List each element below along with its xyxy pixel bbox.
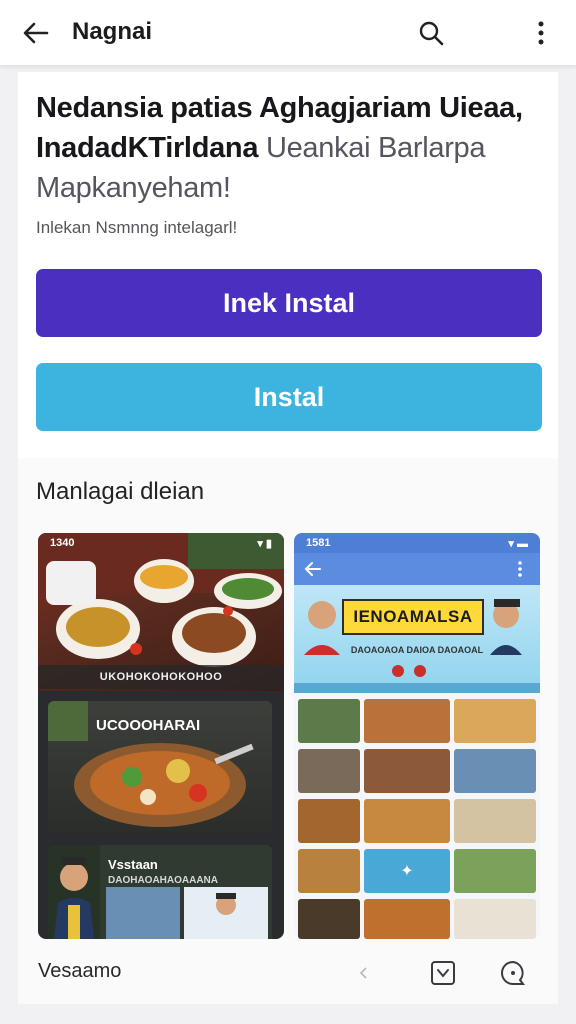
select-button[interactable] [426,956,460,990]
grid-tile[interactable] [364,749,450,793]
profile-subtitle: DAOHAOAHAOAAANA [108,875,218,886]
page-bottom-strip [0,1004,576,1024]
grid-tile[interactable] [454,799,536,843]
recipe-card[interactable]: UCOOOHARAI [48,701,272,833]
food-photo: 1340 ▾ ▮ UKOHOKOHOKOHOO [38,533,284,691]
gallery-title: Manlagai dleian [36,478,205,505]
headline: Nedansia patias Aghagjariam Uieaa, Inada… [36,88,546,208]
gallery-footer: Vesaamo [18,946,558,1002]
more-vertical-icon [538,21,544,45]
more-button[interactable] [526,14,556,52]
search-button[interactable] [412,14,450,52]
check-box-icon [431,961,455,985]
photo-caption: UKOHOKOHOKOHOO [38,665,284,689]
profile-card[interactable]: Vsstaan DAOHAOAHAOAAANA [48,845,272,939]
person-image [48,845,268,939]
grid-tile[interactable] [298,899,360,939]
subline: Inlekan Nsmnng intelagarl! [36,218,238,237]
banner-subtitle: DAOAOAOA DAIOA DAOAOAL [350,645,484,655]
app-bar: Nagnai [0,0,576,66]
right-toolbar [294,553,540,585]
chat-bubble-icon [501,960,525,985]
footer-label: Vesaamo [38,960,122,982]
comment-button[interactable] [496,956,530,990]
back-button[interactable] [18,16,54,50]
status-time-right: 1581 [306,537,331,549]
app-title: Nagnai [72,18,153,45]
status-icons-left: ▾ ▮ [257,537,272,550]
headline-line-2-soft: Ueankai Barlarpa [258,132,486,164]
status-bar-left: 1340 ▾ ▮ [38,533,284,553]
screenshot-left[interactable]: 1340 ▾ ▮ UKOHOKOHOKOHOO UCOOOHARAI Vssta… [38,533,284,939]
screenshot-right[interactable]: 1581 ▾ ▬ IENOAMALSA DAOAOAOA DAIOA DAOAO… [294,533,540,939]
status-icons-right: ▾ ▬ [508,537,528,550]
primary-install-button[interactable]: Inek Instal [36,269,542,337]
install-card: Nedansia patias Aghagjariam Uieaa, Inada… [18,72,558,458]
grid-tile[interactable] [454,749,536,793]
grid-tile-highlight[interactable]: ✦ [364,849,450,893]
headline-line-2: InadadKTirldana Ueankai Barlarpa [36,128,546,168]
grid-tile[interactable] [298,849,360,893]
status-bar-right: 1581 ▾ ▬ [294,533,540,553]
grid-tile[interactable] [454,899,536,939]
headline-line-3: Mapkanyeham! [36,172,231,204]
grid-tile[interactable] [364,699,450,743]
search-icon [419,21,444,46]
grid-tile[interactable] [298,799,360,843]
grid-tile[interactable] [454,849,536,893]
banner-title: IENOAMALSA [342,599,484,635]
arrow-left-icon [23,22,49,44]
grid-tile[interactable] [364,799,450,843]
grid-tile[interactable] [298,699,360,743]
grid-tile[interactable] [364,899,450,939]
right-toolbar-icons [304,561,522,577]
grid-tile[interactable] [298,749,360,793]
grid-tile[interactable] [454,699,536,743]
profile-name: Vsstaan [108,857,158,872]
headline-line-2-bold: InadadKTirldana [36,132,259,164]
chevron-left-icon [359,967,367,979]
screenshot-gallery: Manlagai dleian 1340 ▾ ▮ UKOHOKOHOKOHOO … [18,458,558,1004]
recipe-card-title: UCOOOHARAI [96,717,201,734]
headline-line-1: Nedansia patias Aghagjariam Uieaa, [36,92,523,124]
previous-button[interactable] [348,958,378,988]
promo-banner: IENOAMALSA DAOAOAOA DAIOA DAOAOAL [294,585,540,693]
status-time-left: 1340 [50,537,75,549]
install-button[interactable]: Instal [36,363,542,431]
